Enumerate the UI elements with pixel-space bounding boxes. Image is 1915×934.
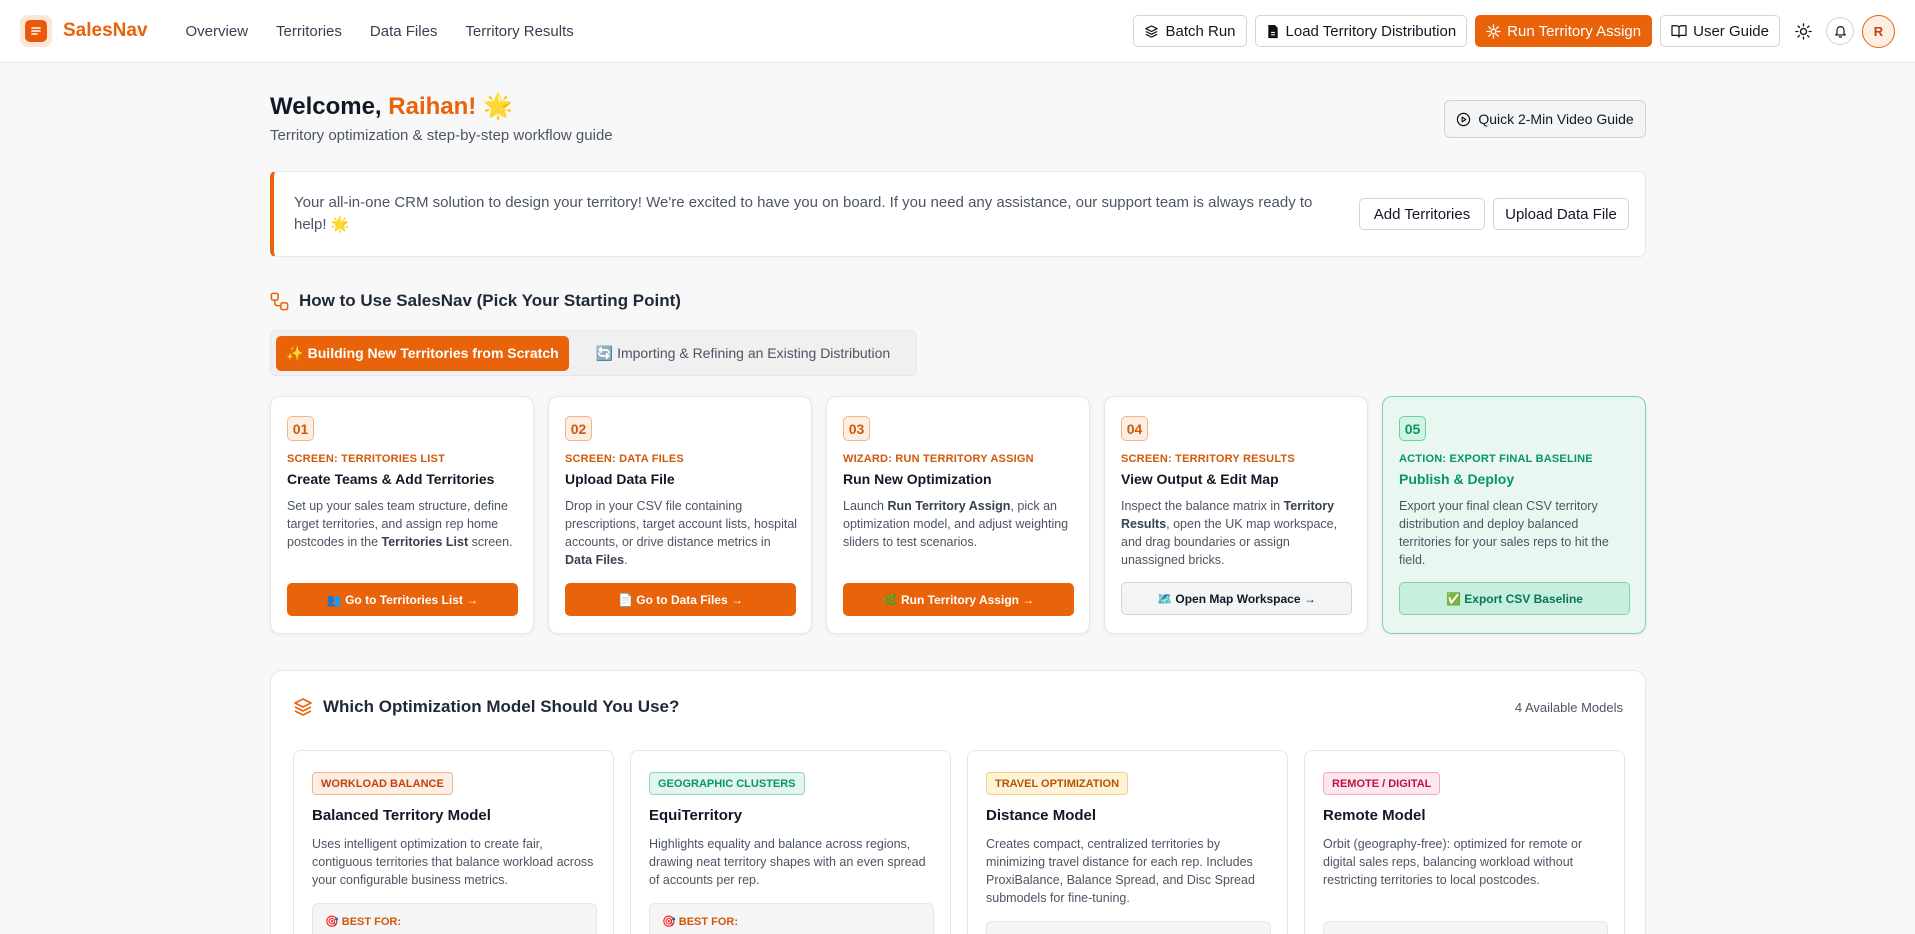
- book-icon: [1671, 25, 1687, 38]
- step-card-3: 03 WIZARD: RUN TERRITORY ASSIGN Run New …: [826, 396, 1090, 634]
- step-kicker: ACTION: EXPORT FINAL BASELINE: [1399, 453, 1593, 465]
- step-title: Upload Data File: [565, 471, 675, 487]
- best-for-box: 🎯 BEST FOR:: [312, 903, 597, 934]
- run-territory-assign-button[interactable]: Run Territory Assign: [1475, 15, 1653, 47]
- best-for-label: 🎯 BEST FOR:: [325, 916, 402, 928]
- go-to-territories-list-button[interactable]: 👥 Go to Territories List →: [287, 583, 518, 616]
- model-card-equiterritory[interactable]: GEOGRAPHIC CLUSTERS EquiTerritory Highli…: [630, 750, 951, 934]
- model-description: Creates compact, centralized territories…: [986, 837, 1255, 905]
- best-for-box: [986, 921, 1271, 934]
- model-name: Remote Model: [1323, 807, 1426, 824]
- user-avatar[interactable]: R: [1862, 14, 1895, 48]
- step-title: Create Teams & Add Territories: [287, 471, 495, 487]
- run-territory-assign-step-button[interactable]: 🌿 Run Territory Assign →: [843, 583, 1074, 616]
- go-to-data-files-button[interactable]: 📄 Go to Data Files →: [565, 583, 796, 616]
- model-card-remote[interactable]: REMOTE / DIGITAL Remote Model Orbit (geo…: [1304, 750, 1625, 934]
- model-card-distance[interactable]: TRAVEL OPTIMIZATION Distance Model Creat…: [967, 750, 1288, 934]
- nav-link-data-files[interactable]: Data Files: [356, 23, 452, 40]
- app-logo-icon[interactable]: [20, 15, 52, 47]
- add-territories-button[interactable]: Add Territories: [1359, 198, 1485, 230]
- sparkle-icon: [1486, 23, 1501, 39]
- theme-toggle-sun-icon[interactable]: [1788, 16, 1818, 46]
- nav-link-overview[interactable]: Overview: [172, 23, 263, 40]
- model-badge: TRAVEL OPTIMIZATION: [986, 772, 1129, 795]
- welcome-banner: Your all-in-one CRM solution to design y…: [270, 171, 1646, 257]
- best-for-box: [1323, 921, 1608, 934]
- welcome-subtitle: Territory optimization & step-by-step wo…: [270, 127, 613, 144]
- models-count: 4 Available Models: [1514, 700, 1623, 715]
- batch-run-button[interactable]: Batch Run: [1133, 15, 1247, 47]
- step-description: Launch Run Territory Assign, pick an opt…: [843, 499, 1069, 549]
- tab-build-from-scratch[interactable]: ✨ Building New Territories from Scratch: [276, 336, 569, 371]
- nav-link-territories[interactable]: Territories: [262, 23, 356, 40]
- workflow-icon: [270, 292, 289, 310]
- notifications-bell-icon[interactable]: [1826, 17, 1854, 45]
- step-card-5: 05 ACTION: EXPORT FINAL BASELINE Publish…: [1382, 396, 1646, 634]
- play-circle-icon: [1457, 112, 1471, 126]
- optimization-models-panel: Which Optimization Model Should You Use?…: [270, 670, 1646, 934]
- brand-name[interactable]: SalesNav: [63, 20, 148, 42]
- nav-actions: Batch Run Load Territory Distribution Ru…: [1133, 14, 1895, 48]
- step-card-2: 02 SCREEN: DATA FILES Upload Data File D…: [548, 396, 812, 634]
- nav-link-territory-results[interactable]: Territory Results: [451, 23, 587, 40]
- user-name: Raihan!: [388, 93, 477, 120]
- video-guide-button[interactable]: Quick 2-Min Video Guide: [1444, 100, 1646, 138]
- model-description: Highlights equality and balance across r…: [649, 837, 926, 887]
- model-badge: WORKLOAD BALANCE: [312, 772, 453, 795]
- main-nav-links: Overview Territories Data Files Territor…: [172, 23, 588, 40]
- export-csv-baseline-button[interactable]: ✅ Export CSV Baseline: [1399, 582, 1630, 615]
- model-name: Balanced Territory Model: [312, 807, 491, 824]
- layers-icon: [1145, 24, 1159, 38]
- step-title: Publish & Deploy: [1399, 471, 1515, 487]
- banner-message: Your all-in-one CRM solution to design y…: [294, 194, 1313, 233]
- upload-data-file-button[interactable]: Upload Data File: [1493, 198, 1629, 230]
- model-badge: GEOGRAPHIC CLUSTERS: [649, 772, 805, 795]
- step-card-4: 04 SCREEN: TERRITORY RESULTS View Output…: [1104, 396, 1368, 634]
- step-kicker: SCREEN: DATA FILES: [565, 453, 684, 465]
- model-badge: REMOTE / DIGITAL: [1323, 772, 1441, 795]
- step-description: Inspect the balance matrix in Territory …: [1121, 499, 1338, 567]
- welcome-heading: Welcome, Raihan! 🌟: [270, 93, 513, 120]
- layers-icon: [294, 698, 312, 716]
- model-card-balanced[interactable]: WORKLOAD BALANCE Balanced Territory Mode…: [293, 750, 614, 934]
- model-name: Distance Model: [986, 807, 1097, 824]
- step-number: 05: [1399, 416, 1426, 441]
- open-map-workspace-button[interactable]: 🗺️ Open Map Workspace →: [1121, 582, 1352, 615]
- user-guide-button[interactable]: User Guide: [1660, 15, 1780, 47]
- how-to-section-title: How to Use SalesNav (Pick Your Starting …: [270, 291, 681, 311]
- model-name: EquiTerritory: [649, 807, 743, 824]
- step-number: 03: [843, 416, 870, 441]
- models-section-title: Which Optimization Model Should You Use?: [293, 697, 679, 717]
- load-territory-distribution-button[interactable]: Load Territory Distribution: [1254, 15, 1468, 47]
- step-kicker: SCREEN: TERRITORIES LIST: [287, 453, 445, 465]
- tab-import-existing[interactable]: 🔄 Importing & Refining an Existing Distr…: [573, 336, 913, 371]
- star-emoji: 🌟: [482, 93, 513, 120]
- starting-point-tabs: ✨ Building New Territories from Scratch …: [270, 330, 917, 376]
- step-number: 02: [565, 416, 592, 441]
- step-card-1: 01 SCREEN: TERRITORIES LIST Create Teams…: [270, 396, 534, 634]
- step-kicker: WIZARD: RUN TERRITORY ASSIGN: [843, 453, 1034, 465]
- model-description: Uses intelligent optimization to create …: [312, 837, 594, 887]
- top-navigation-bar: SalesNav Overview Territories Data Files…: [0, 0, 1915, 63]
- model-description: Orbit (geography-free): optimized for re…: [1323, 837, 1583, 887]
- file-icon: [1267, 24, 1278, 38]
- best-for-label: 🎯 BEST FOR:: [662, 916, 739, 928]
- best-for-box: 🎯 BEST FOR:: [649, 903, 934, 934]
- step-title: View Output & Edit Map: [1121, 471, 1279, 487]
- step-title: Run New Optimization: [843, 471, 992, 487]
- step-description: Set up your sales team structure, define…: [287, 499, 513, 549]
- step-number: 01: [287, 416, 314, 441]
- step-description: Drop in your CSV file containing prescri…: [565, 499, 798, 567]
- step-description: Export your final clean CSV territory di…: [1399, 499, 1609, 567]
- step-kicker: SCREEN: TERRITORY RESULTS: [1121, 453, 1295, 465]
- step-number: 04: [1121, 416, 1148, 441]
